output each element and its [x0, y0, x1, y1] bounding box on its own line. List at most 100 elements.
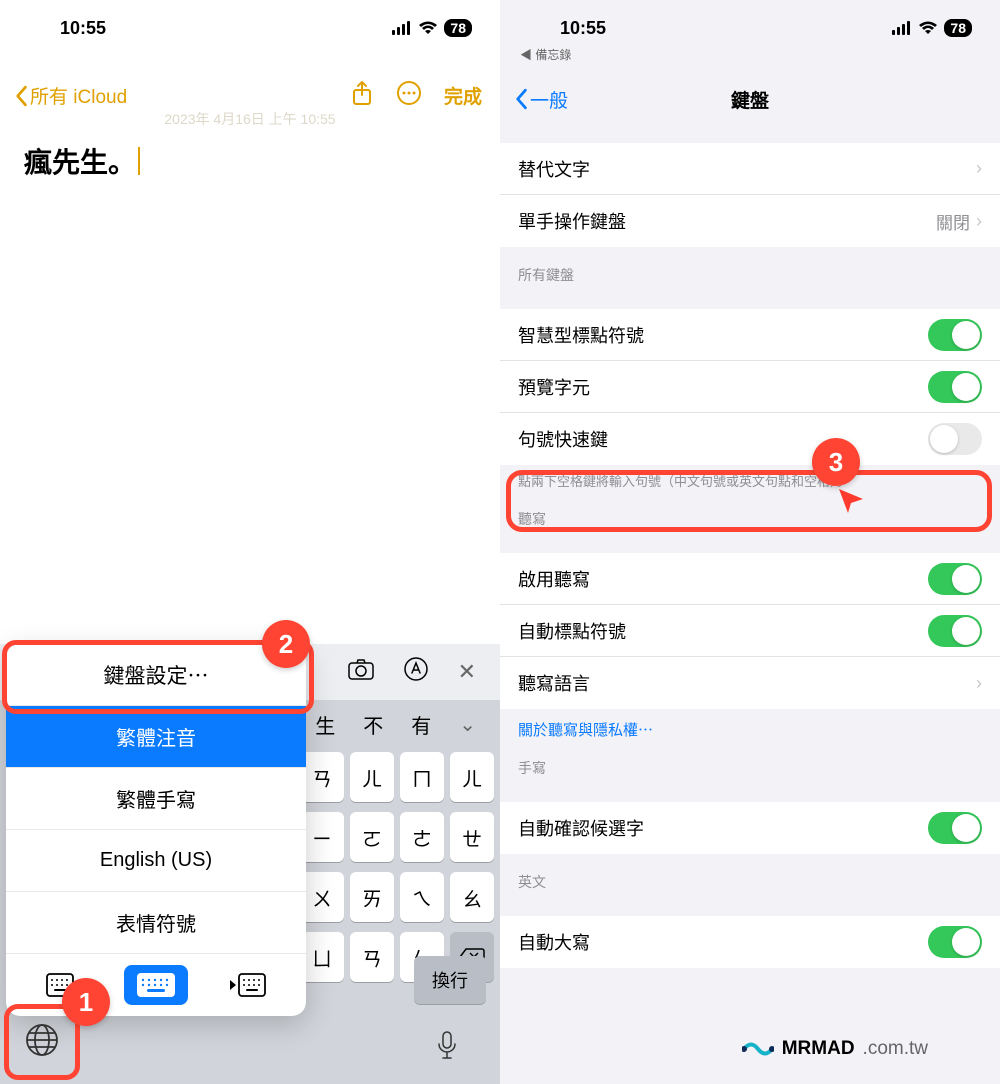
nav-title: 鍵盤 — [500, 86, 1000, 113]
settings-nav: 一般 鍵盤 — [500, 73, 1000, 125]
key[interactable]: ㄧ — [300, 812, 344, 862]
status-icons: 78 — [892, 19, 972, 37]
toggle[interactable] — [928, 812, 982, 844]
row-dictation-language[interactable]: 聽寫語言 › — [500, 657, 1000, 709]
chevron-right-icon: › — [976, 211, 982, 232]
group-footer: 點兩下空格鍵將輸入句號（中文句號或英文句點和空格）。 — [500, 465, 1000, 491]
suggestion[interactable]: 有 — [397, 710, 445, 739]
camera-icon[interactable] — [348, 658, 374, 686]
back-label: 所有 iCloud — [30, 82, 127, 109]
key[interactable]: ㄩ — [300, 932, 344, 982]
row-period-shortcut[interactable]: 句號快速鍵 — [500, 413, 1000, 465]
toggle[interactable] — [928, 319, 982, 351]
key[interactable]: ㄨ — [300, 872, 344, 922]
row-smart-punctuation[interactable]: 智慧型標點符號 — [500, 309, 1000, 361]
keyboard-option[interactable]: English (US) — [6, 830, 306, 892]
toggle[interactable] — [928, 926, 982, 958]
watermark-brand: MRMAD — [782, 1038, 855, 1060]
row-label: 替代文字 — [518, 156, 590, 182]
row-auto-punctuation[interactable]: 自動標點符號 — [500, 605, 1000, 657]
keyboard-option[interactable]: 繁體注音 — [6, 706, 306, 768]
note-content[interactable]: 瘋先生。 — [0, 129, 500, 193]
row-label: 自動確認候選字 — [518, 815, 644, 841]
row-label: 單手操作鍵盤 — [518, 208, 626, 234]
watermark: MRMAD .com.tw — [742, 1038, 928, 1060]
row-label: 啟用聽寫 — [518, 566, 590, 592]
key[interactable]: ㄞ — [350, 872, 394, 922]
note-date: 2023年 4月16日 上午 10:55 — [0, 109, 500, 129]
chevron-right-icon: › — [976, 158, 982, 179]
key[interactable]: ㄢ — [350, 932, 394, 982]
row-enable-dictation[interactable]: 啟用聽寫 — [500, 553, 1000, 605]
status-icons: 78 — [392, 19, 472, 37]
key[interactable]: ㄟ — [400, 872, 444, 922]
status-time: 10:55 — [560, 18, 606, 39]
key[interactable]: ㄦ — [450, 752, 494, 802]
watermark-logo-icon — [742, 1038, 774, 1060]
key[interactable]: ㄠ — [450, 872, 494, 922]
status-bar: 10:55 78 — [500, 0, 1000, 48]
wifi-icon — [418, 21, 438, 35]
row-label: 聽寫語言 — [518, 670, 590, 696]
row-auto-confirm[interactable]: 自動確認候選字 — [500, 802, 1000, 854]
battery-level: 78 — [444, 19, 472, 37]
key[interactable]: ㄦ — [350, 752, 394, 802]
row-label: 智慧型標點符號 — [518, 322, 644, 348]
done-button[interactable]: 完成 — [444, 82, 482, 109]
suggestion[interactable]: 不 — [349, 710, 397, 739]
toggle[interactable] — [928, 371, 982, 403]
settings-content[interactable]: 替代文字› 單手操作鍵盤關閉› 所有鍵盤 智慧型標點符號 預覽字元 句號快速鍵 … — [500, 143, 1000, 988]
keyboard-switcher-popup: 鍵盤設定⋯ 繁體注音 繁體手寫 English (US) 表情符號 — [6, 644, 306, 1016]
group-header: 所有鍵盤 — [500, 247, 1000, 291]
globe-icon[interactable] — [25, 1023, 59, 1062]
key[interactable]: ㄇ — [400, 752, 444, 802]
settings-group: 自動大寫 — [500, 916, 1000, 968]
keyboard-settings-button[interactable]: 鍵盤設定⋯ — [6, 644, 306, 706]
keyboard-option[interactable]: 繁體手寫 — [6, 768, 306, 830]
watermark-domain: .com.tw — [863, 1038, 928, 1060]
step-badge-3: 3 — [812, 438, 860, 486]
close-icon[interactable]: ✕ — [458, 659, 476, 685]
step-badge-1: 1 — [62, 978, 110, 1026]
key[interactable]: ㄝ — [450, 812, 494, 862]
toggle[interactable] — [928, 423, 982, 455]
toggle[interactable] — [928, 615, 982, 647]
dictation-privacy-link[interactable]: 關於聽寫與隱私權⋯ — [500, 709, 1000, 740]
more-icon[interactable] — [396, 80, 422, 111]
settings-group: 替代文字 › 單手操作鍵盤 關閉 › — [500, 143, 1000, 247]
row-one-handed[interactable]: 單手操作鍵盤 關閉 › — [500, 195, 1000, 247]
suggestion[interactable]: 生 — [301, 710, 349, 739]
mic-icon[interactable] — [436, 1031, 458, 1066]
toggle[interactable] — [928, 563, 982, 595]
cellular-signal-icon — [892, 21, 912, 35]
key[interactable]: ㄜ — [400, 812, 444, 862]
battery-level: 78 — [944, 19, 972, 37]
suggestion-expand-icon[interactable]: ⌄ — [445, 712, 490, 737]
status-bar: 10:55 78 — [0, 0, 500, 48]
chevron-right-icon: › — [976, 673, 982, 694]
keyboard-option[interactable]: 表情符號 — [6, 892, 306, 954]
handwriting-icon[interactable] — [404, 657, 428, 687]
back-button[interactable]: 所有 iCloud — [14, 82, 127, 109]
wifi-icon — [918, 21, 938, 35]
keyboard-right-icon[interactable] — [215, 965, 279, 1005]
status-time: 10:55 — [60, 18, 106, 39]
row-label: 句號快速鍵 — [518, 426, 608, 452]
row-text-replacement[interactable]: 替代文字 › — [500, 143, 1000, 195]
back-to-app[interactable]: ◀ 備忘錄 — [500, 46, 1000, 63]
cursor-arrow-icon — [836, 486, 866, 521]
settings-screen: 10:55 78 ◀ 備忘錄 一般 鍵盤 替代文字 › 單手操作鍵盤 關閉 › 所有鍵… — [500, 0, 1000, 1084]
settings-group: 啟用聽寫 自動標點符號 聽寫語言 › — [500, 553, 1000, 709]
group-header: 英文 — [500, 854, 1000, 898]
row-character-preview[interactable]: 預覽字元 — [500, 361, 1000, 413]
share-icon[interactable] — [350, 80, 374, 111]
keyboard-full-icon[interactable] — [124, 965, 188, 1005]
group-header: 手寫 — [500, 740, 1000, 784]
key[interactable]: ㄛ — [350, 812, 394, 862]
row-label: 預覽字元 — [518, 374, 590, 400]
row-value: 關閉 — [936, 209, 970, 234]
row-auto-capitalize[interactable]: 自動大寫 — [500, 916, 1000, 968]
return-key[interactable]: 換行 — [414, 956, 486, 1004]
key[interactable]: ㄢ — [300, 752, 344, 802]
settings-group: 自動確認候選字 — [500, 802, 1000, 854]
